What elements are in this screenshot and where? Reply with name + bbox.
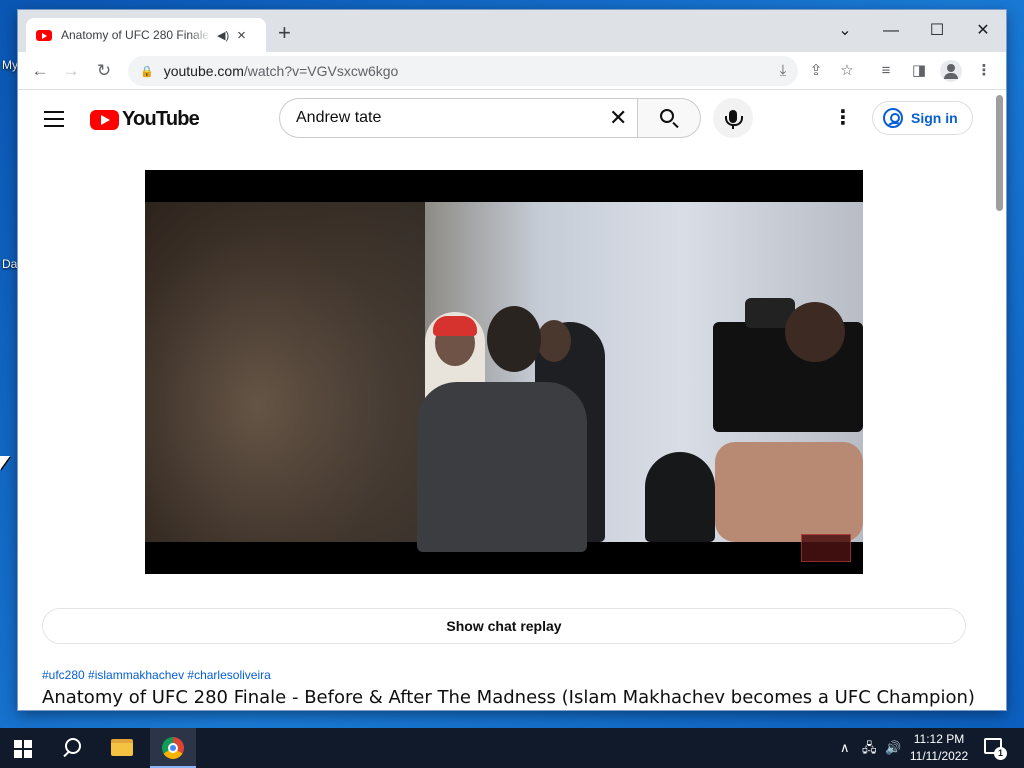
tab-strip: Anatomy of UFC 280 Finale - ◀) × + ⌄ — ☐…: [18, 10, 1006, 52]
chrome-menu-icon[interactable]: ⋮: [973, 61, 995, 81]
search-button[interactable]: [637, 98, 701, 138]
clock-time: 11:12 PM: [913, 732, 965, 746]
speaker-icon[interactable]: ◀): [217, 29, 229, 42]
video-frame: [145, 202, 863, 552]
file-explorer-icon[interactable]: [111, 739, 133, 756]
tab-search-button[interactable]: ⌄: [822, 16, 868, 46]
guide-menu-icon[interactable]: [44, 111, 64, 127]
channel-watermark[interactable]: [801, 534, 851, 562]
reload-button[interactable]: ↻: [92, 59, 116, 83]
windows-start-icon[interactable]: [14, 740, 32, 758]
chrome-window: Anatomy of UFC 280 Finale - ◀) × + ⌄ — ☐…: [18, 10, 1006, 710]
youtube-logo[interactable]: YouTube: [90, 108, 200, 131]
youtube-play-icon: [90, 109, 119, 130]
bookmark-star-icon[interactable]: ☆: [836, 61, 858, 81]
taskbar: ∧ 🖧 🔊 11:12 PM 11/11/2022 1: [0, 728, 1024, 768]
taskbar-search-icon[interactable]: [62, 738, 82, 758]
minimize-button[interactable]: —: [868, 16, 914, 46]
tray-chevron-icon[interactable]: ∧: [840, 740, 850, 756]
url-path: /watch?v=VGVsxcw6kgo: [243, 63, 399, 79]
video-hashtags[interactable]: #ufc280 #islammakhachev #charlesoliveira: [42, 668, 271, 682]
forward-button[interactable]: →: [59, 59, 83, 83]
share-icon[interactable]: ⇪: [805, 61, 827, 81]
sign-in-label: Sign in: [911, 110, 958, 126]
network-icon[interactable]: 🖧: [862, 740, 877, 756]
desktop-label-my[interactable]: My: [2, 58, 18, 72]
system-clock[interactable]: 11:12 PM 11/11/2022: [906, 731, 972, 765]
video-title: Anatomy of UFC 280 Finale - Before & Aft…: [42, 687, 975, 708]
tab-title: Anatomy of UFC 280 Finale -: [61, 28, 211, 42]
address-bar[interactable]: 🔒 youtube.com/watch?v=VGVsxcw6kgo: [128, 56, 798, 86]
profile-avatar[interactable]: [940, 60, 962, 82]
lock-icon[interactable]: 🔒: [140, 65, 154, 78]
youtube-logo-text: YouTube: [122, 108, 200, 130]
new-tab-button[interactable]: +: [278, 22, 291, 44]
install-app-icon[interactable]: ⤓: [772, 61, 794, 81]
chrome-icon: [162, 737, 184, 759]
youtube-page: YouTube ✕ ⋮ Sign in: [18, 91, 992, 710]
url-text[interactable]: youtube.com/watch?v=VGVsxcw6kgo: [164, 63, 399, 79]
clear-search-icon[interactable]: ✕: [609, 106, 627, 130]
url-host: youtube.com: [163, 63, 244, 79]
account-icon: [883, 108, 903, 128]
video-player[interactable]: [145, 170, 863, 574]
search-bar: ✕: [279, 98, 701, 138]
mouse-cursor-icon: [0, 456, 10, 470]
search-input[interactable]: [279, 98, 637, 138]
media-controls-icon[interactable]: ≡: [875, 61, 897, 81]
page-scrollbar[interactable]: [992, 91, 1006, 710]
close-window-button[interactable]: ✕: [960, 16, 1006, 46]
clock-date: 11/11/2022: [909, 749, 969, 763]
taskbar-chrome-button[interactable]: [150, 728, 196, 768]
youtube-favicon-icon: [36, 29, 52, 41]
more-options-icon[interactable]: ⋮: [833, 106, 853, 130]
side-panel-icon[interactable]: ◨: [908, 61, 930, 81]
back-button[interactable]: ←: [28, 59, 52, 83]
voice-search-button[interactable]: [713, 98, 753, 138]
scrollbar-thumb[interactable]: [996, 95, 1003, 211]
notification-count-badge: 1: [994, 747, 1007, 760]
show-chat-replay-button[interactable]: Show chat replay: [42, 608, 966, 644]
sign-in-button[interactable]: Sign in: [872, 101, 973, 135]
microphone-icon: [725, 109, 743, 129]
tab-close-icon[interactable]: ×: [237, 27, 246, 44]
desktop-label-da[interactable]: Da: [2, 257, 17, 271]
tab-youtube[interactable]: Anatomy of UFC 280 Finale - ◀) ×: [26, 18, 266, 52]
search-icon: [660, 109, 674, 123]
volume-icon[interactable]: 🔊: [885, 740, 901, 756]
maximize-button[interactable]: ☐: [914, 16, 960, 46]
browser-toolbar: ← → ↻ 🔒 youtube.com/watch?v=VGVsxcw6kgo …: [18, 52, 1006, 90]
